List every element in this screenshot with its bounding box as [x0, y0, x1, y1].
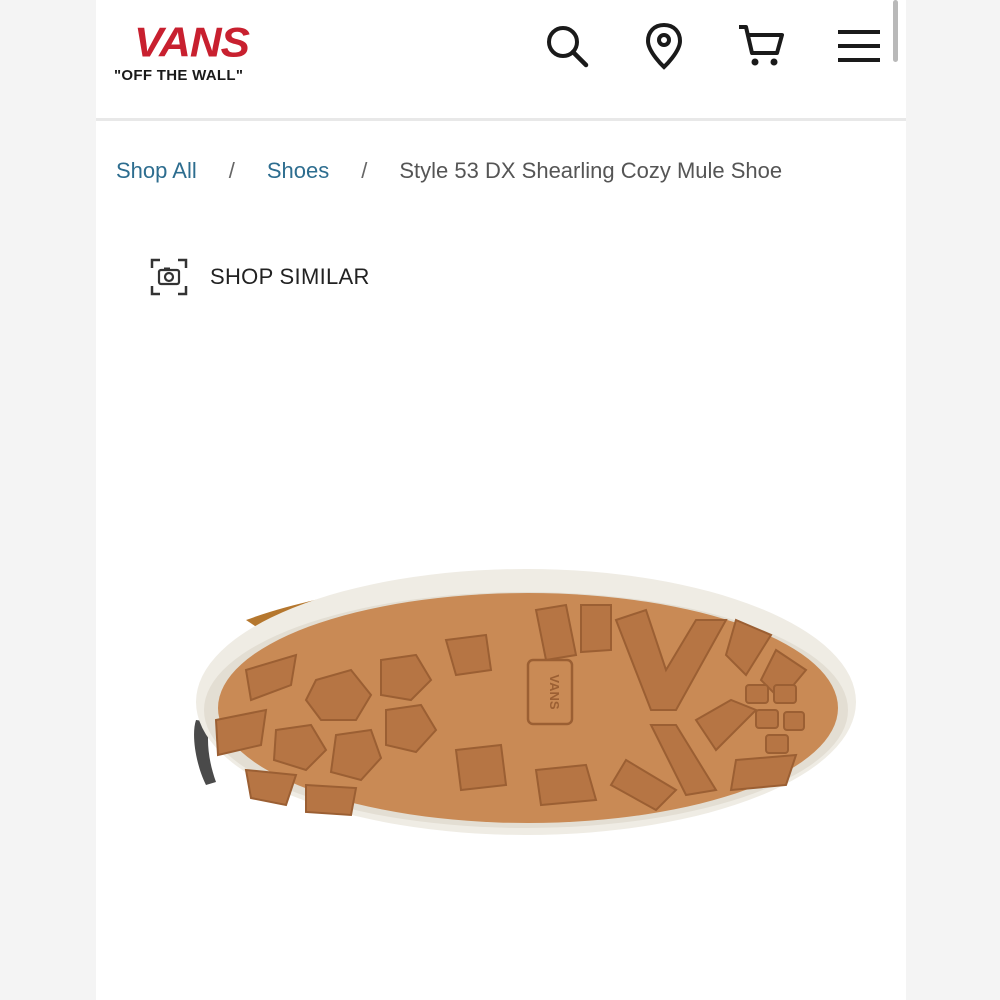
breadcrumb-shoes[interactable]: Shoes: [267, 158, 329, 184]
breadcrumb-shop-all[interactable]: Shop All: [116, 158, 197, 184]
search-icon: [547, 26, 589, 68]
location-pin-icon: [645, 22, 683, 70]
cart-button[interactable]: [736, 20, 786, 72]
search-button[interactable]: [542, 20, 592, 72]
breadcrumb-current-product: Style 53 DX Shearling Cozy Mule Shoe: [399, 158, 783, 183]
shop-similar-button[interactable]: SHOP SIMILAR: [150, 258, 370, 296]
breadcrumb: Shop All / Shoes / Style 53 DX Shearling…: [116, 158, 782, 184]
camera-scan-icon: [150, 258, 188, 296]
cart-icon: [739, 25, 784, 66]
site-header: VANS "OFF THE WALL": [96, 0, 906, 121]
menu-icon: [838, 30, 880, 62]
product-image-shoe-sole[interactable]: VANS: [156, 560, 856, 860]
store-locator-button[interactable]: [639, 20, 689, 72]
breadcrumb-separator: /: [228, 158, 235, 183]
mobile-viewport: VANS "OFF THE WALL" Shop All / Shoes / S…: [96, 0, 906, 1000]
menu-button[interactable]: [834, 20, 884, 72]
logo-wordmark: VANS: [134, 19, 250, 66]
shop-similar-label: SHOP SIMILAR: [210, 264, 370, 289]
breadcrumb-separator: /: [361, 158, 368, 183]
sole-brand-mark: VANS: [547, 674, 562, 709]
vans-logo[interactable]: VANS "OFF THE WALL": [114, 18, 274, 88]
logo-tagline: "OFF THE WALL": [114, 67, 244, 84]
